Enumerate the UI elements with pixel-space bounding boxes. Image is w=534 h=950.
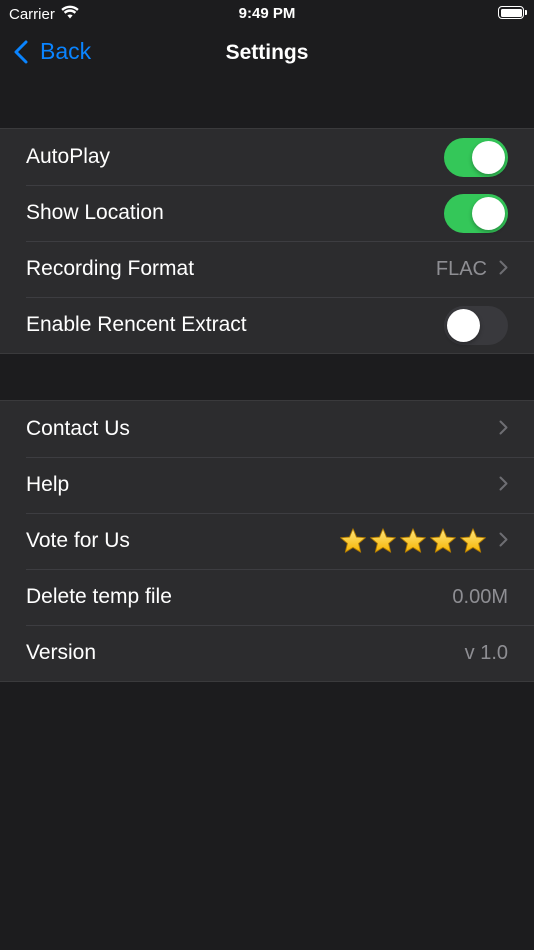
- autoplay-row: AutoPlay: [0, 129, 534, 185]
- delete-temp-file-label: Delete temp file: [26, 585, 172, 608]
- version-row: Version v 1.0: [0, 625, 534, 681]
- recording-format-label: Recording Format: [26, 257, 195, 280]
- recording-format-row[interactable]: Recording Format FLAC: [0, 241, 534, 297]
- show-location-toggle[interactable]: [444, 193, 508, 233]
- chevron-right-icon: [499, 417, 508, 441]
- help-row[interactable]: Help: [0, 457, 534, 513]
- version-value: v 1.0: [464, 641, 508, 664]
- vote-label: Vote for Us: [26, 529, 130, 552]
- settings-group-playback: AutoPlay Show Location Recording Format …: [0, 128, 534, 354]
- show-location-label: Show Location: [26, 201, 164, 224]
- page-title: Settings: [225, 41, 309, 64]
- chevron-right-icon: [499, 529, 508, 553]
- contact-us-label: Contact Us: [26, 417, 130, 440]
- star-rating: [337, 527, 487, 555]
- battery-icon: [498, 6, 527, 19]
- enable-recent-extract-label: Enable Rencent Extract: [26, 313, 247, 336]
- status-time: 9:49 PM: [238, 5, 296, 22]
- recording-format-value: FLAC: [435, 257, 487, 280]
- autoplay-toggle[interactable]: [444, 137, 508, 177]
- star-icon: [400, 528, 426, 553]
- temp-file-size: 0.00M: [452, 585, 508, 608]
- star-icon: [430, 528, 456, 553]
- star-icon: [370, 528, 396, 553]
- vote-row[interactable]: Vote for Us: [0, 513, 534, 569]
- status-bar: Carrier 9:49 PM: [0, 0, 534, 28]
- star-icon: [460, 528, 486, 553]
- contact-us-row[interactable]: Contact Us: [0, 401, 534, 457]
- autoplay-label: AutoPlay: [26, 145, 111, 168]
- star-icon: [340, 528, 366, 553]
- chevron-right-icon: [499, 257, 508, 281]
- settings-group-about: Contact Us Help Vote for Us Delete temp …: [0, 400, 534, 682]
- show-location-row: Show Location: [0, 185, 534, 241]
- version-label: Version: [26, 641, 97, 664]
- enable-recent-extract-toggle[interactable]: [444, 305, 508, 345]
- delete-temp-file-row[interactable]: Delete temp file 0.00M: [0, 569, 534, 625]
- help-label: Help: [26, 473, 70, 496]
- chevron-right-icon: [499, 473, 508, 497]
- enable-recent-extract-row: Enable Rencent Extract: [0, 297, 534, 353]
- navigation-bar: Back Settings: [0, 28, 534, 80]
